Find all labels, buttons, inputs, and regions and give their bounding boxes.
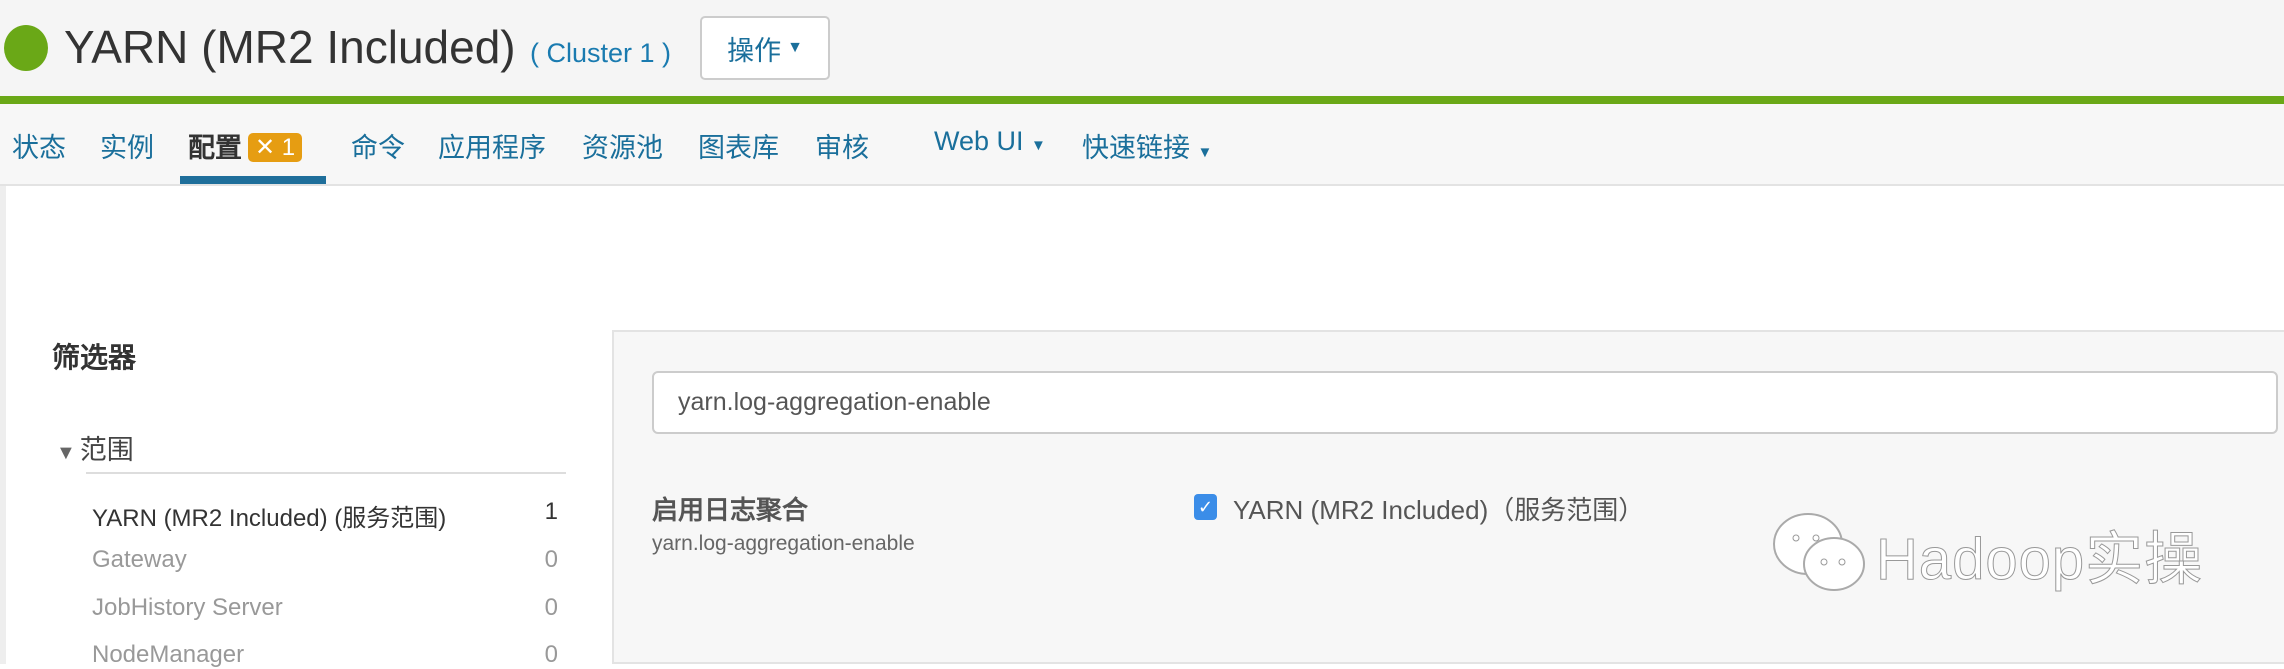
filter-item-count: 0 xyxy=(544,641,558,668)
config-issues-badge: ✕ 1 xyxy=(248,133,303,162)
page-title: YARN (MR2 Included) xyxy=(64,21,516,73)
scope-label: 范围 xyxy=(79,435,134,465)
caret-down-icon: ▼ xyxy=(1197,144,1213,161)
divider xyxy=(0,186,6,664)
wrench-icon: ✕ xyxy=(255,134,276,161)
property-label: 启用日志聚合 xyxy=(652,495,809,525)
scope-toggle[interactable]: ▼ 范围 xyxy=(56,428,134,467)
tab-commands[interactable]: 命令 xyxy=(351,126,405,165)
config-search-input[interactable] xyxy=(652,371,2278,434)
cluster-link[interactable]: ( Cluster 1 ) xyxy=(530,38,671,69)
filter-item-label: NodeManager xyxy=(92,641,245,668)
filter-item-count: 0 xyxy=(544,594,558,621)
watermark-text: Hadoop实操 xyxy=(1875,527,2204,593)
web-ui-label: Web UI xyxy=(934,126,1024,156)
caret-down-icon: ▼ xyxy=(787,39,803,56)
filter-item[interactable]: Gateway 0 xyxy=(92,546,558,574)
tab-audits[interactable]: 审核 xyxy=(815,126,869,165)
badge-count: 1 xyxy=(281,134,296,161)
service-scope-checkbox[interactable]: ✓ xyxy=(1194,494,1217,520)
filter-item-count: 0 xyxy=(544,546,558,573)
actions-button[interactable]: 操作 ▼ xyxy=(700,16,830,80)
service-header: YARN (MR2 Included) ( Cluster 1 ) 操作 ▼ xyxy=(0,0,2284,97)
filter-item-label: JobHistory Server xyxy=(92,594,283,621)
status-bar xyxy=(0,96,2284,104)
tab-label: 配置 xyxy=(188,133,242,163)
tab-configuration[interactable]: 配置 ✕ 1 xyxy=(188,126,303,165)
filter-item[interactable]: YARN (MR2 Included) (服务范围) 1 xyxy=(92,498,558,533)
caret-down-icon: ▼ xyxy=(1031,137,1046,154)
web-ui-dropdown[interactable]: Web UI ▼ xyxy=(934,126,1046,157)
active-tab-indicator xyxy=(180,176,326,184)
filter-item[interactable]: JobHistory Server 0 xyxy=(92,594,558,622)
tab-resource-pools[interactable]: 资源池 xyxy=(582,126,663,165)
chevron-down-icon: ▼ xyxy=(56,442,76,464)
actions-label: 操作 xyxy=(727,35,782,66)
quick-links-label: 快速链接 xyxy=(1082,133,1190,163)
divider xyxy=(86,472,566,474)
tab-applications[interactable]: 应用程序 xyxy=(438,126,546,165)
wechat-icon xyxy=(1773,513,1865,591)
property-key: yarn.log-aggregation-enable xyxy=(652,532,915,555)
checkmark-icon: ✓ xyxy=(1197,497,1214,517)
status-good-icon xyxy=(4,25,48,71)
filter-title: 筛选器 xyxy=(52,342,137,373)
service-tabs: 状态 实例 配置 ✕ 1 命令 应用程序 资源池 图表库 审核 Web UI ▼ … xyxy=(0,104,2284,186)
watermark: Hadoop实操 xyxy=(1770,508,2203,600)
quick-links-dropdown[interactable]: 快速链接 ▼ xyxy=(1082,126,1212,165)
filter-item-label: Gateway xyxy=(92,546,187,573)
tab-charts-library[interactable]: 图表库 xyxy=(698,126,779,165)
filter-item[interactable]: NodeManager 0 xyxy=(92,641,558,669)
tab-status[interactable]: 状态 xyxy=(12,126,66,165)
filter-item-count: 1 xyxy=(544,498,558,525)
checkbox-label: YARN (MR2 Included)（服务范围） xyxy=(1233,495,1645,525)
filter-item-label: YARN (MR2 Included) (服务范围) xyxy=(92,505,447,532)
tab-instances[interactable]: 实例 xyxy=(100,126,154,165)
